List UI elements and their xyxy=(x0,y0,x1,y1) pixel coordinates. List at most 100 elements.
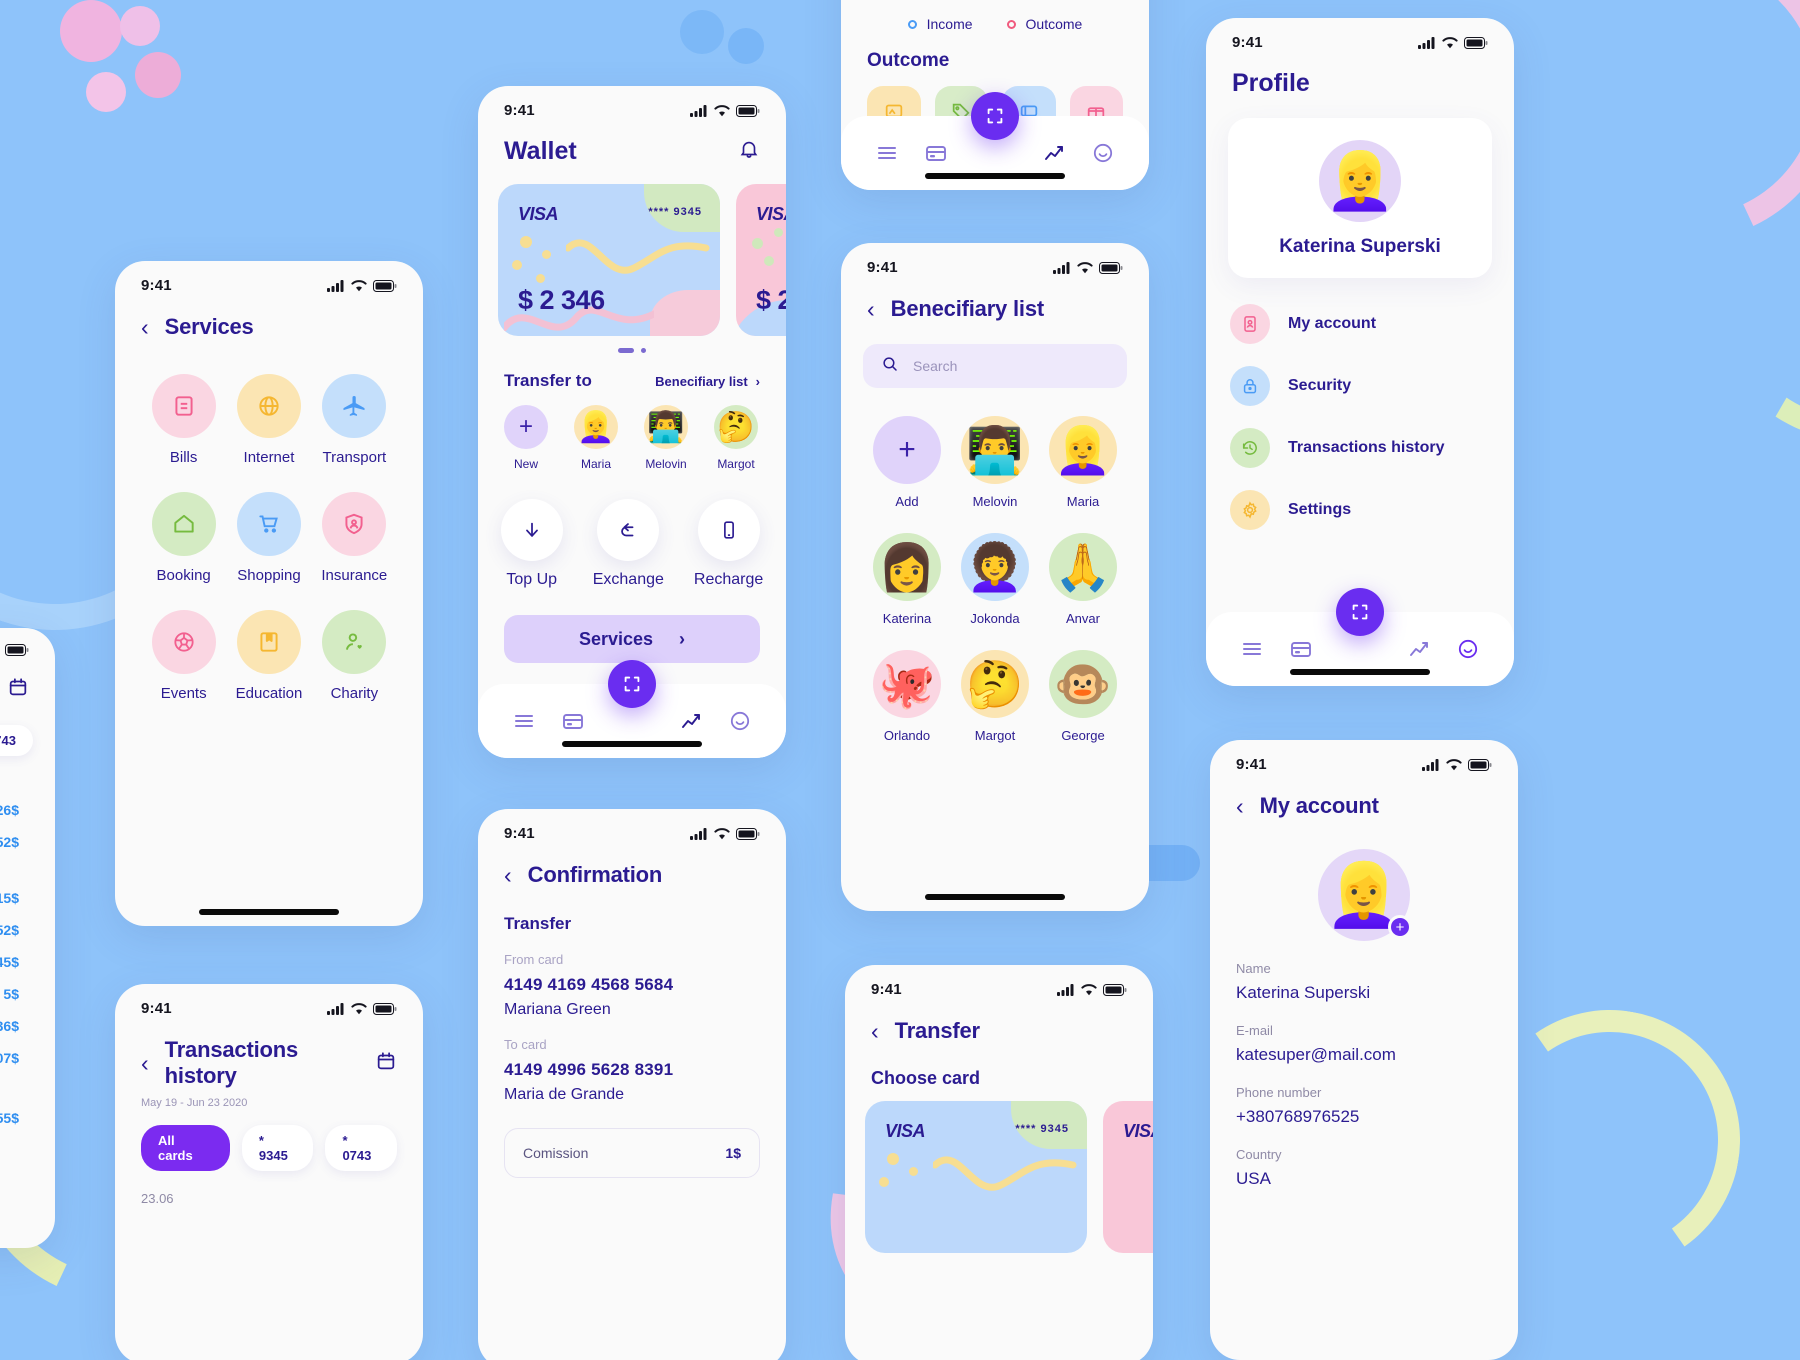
beneficiary-orlando[interactable]: 🐙 Orlando xyxy=(873,650,941,743)
beneficiary-margot[interactable]: 🤔 Margot xyxy=(961,650,1029,743)
beneficiary-anvar[interactable]: 🙏 Anvar xyxy=(1049,533,1117,626)
tab-menu[interactable] xyxy=(875,141,899,165)
person-maria[interactable]: 👱‍♀️ Maria xyxy=(574,405,618,471)
menu-item-transactions-history[interactable]: Transactions history xyxy=(1230,428,1490,468)
tab-cards[interactable] xyxy=(561,709,585,733)
scan-fab-button[interactable] xyxy=(971,92,1019,140)
field-value: USA xyxy=(1236,1169,1271,1188)
page-title: Confirmation xyxy=(527,862,663,887)
scan-fab-button[interactable] xyxy=(608,660,656,708)
transfer-cards-carousel[interactable]: VISA **** 9345 VISA xyxy=(845,1101,1153,1253)
status-icons xyxy=(1422,758,1492,771)
action-top-up[interactable]: Top Up xyxy=(500,499,563,589)
service-item-insurance[interactable]: Insurance xyxy=(321,492,387,584)
beneficiary-katerina[interactable]: 👩 Katerina xyxy=(873,533,941,626)
status-icons xyxy=(1053,261,1123,274)
plus-icon[interactable]: + xyxy=(1388,915,1412,939)
card-item[interactable]: VISA **** 9345 xyxy=(865,1101,1087,1253)
tab-cards[interactable] xyxy=(1289,637,1313,661)
shield-person-icon xyxy=(322,492,387,556)
back-button[interactable]: ‹ xyxy=(504,863,512,887)
card-item[interactable]: VISA **** 9345 $ 2 346 xyxy=(498,184,720,336)
bell-icon[interactable] xyxy=(738,138,760,165)
field-value: Katerina Superski xyxy=(1236,983,1371,1002)
service-item-booking[interactable]: Booking xyxy=(151,492,216,584)
battery-icon xyxy=(1099,261,1123,274)
beneficiary-name: Orlando xyxy=(883,728,931,743)
beneficiary-melovin[interactable]: 👨‍💻 Melovin xyxy=(961,416,1029,509)
tab-stats[interactable] xyxy=(1042,141,1066,165)
tab-profile[interactable] xyxy=(1091,141,1115,165)
tab-profile[interactable] xyxy=(1456,637,1480,661)
status-bar: 9:41 xyxy=(1206,18,1514,55)
service-item-education[interactable]: Education xyxy=(236,610,302,702)
transfer-to-header: Transfer to Benecifiary list › xyxy=(478,353,786,391)
back-button[interactable]: ‹ xyxy=(871,1019,879,1043)
menu-item-settings[interactable]: Settings xyxy=(1230,490,1490,530)
person-margot[interactable]: 🤔 Margot xyxy=(714,405,758,471)
card-item[interactable]: VISA $ 2 xyxy=(736,184,786,336)
back-button[interactable]: ‹ xyxy=(141,315,149,339)
filter-card-pill[interactable]: 743 xyxy=(0,725,33,756)
dot-inactive[interactable] xyxy=(641,348,646,353)
wallet-cards-carousel[interactable]: VISA **** 9345 $ 2 346 VISA $ 2 xyxy=(478,184,786,336)
dot-active[interactable] xyxy=(618,348,634,353)
scan-icon xyxy=(1352,604,1368,620)
section-title: Transfer xyxy=(504,914,572,933)
beneficiary-name: Add xyxy=(895,494,919,509)
menu-item-my-account[interactable]: My account xyxy=(1230,304,1490,344)
person-melovin[interactable]: 👨‍💻 Melovin xyxy=(644,405,688,471)
signal-icon xyxy=(690,827,707,840)
back-button[interactable]: ‹ xyxy=(1236,794,1244,818)
beneficiary-name: Margot xyxy=(974,728,1016,743)
field-label: Name xyxy=(1236,961,1271,976)
action-recharge[interactable]: Recharge xyxy=(694,499,763,589)
filter-all-cards[interactable]: All cards xyxy=(141,1125,230,1171)
back-button[interactable]: ‹ xyxy=(141,1051,149,1075)
beneficiary-add[interactable]: + Add xyxy=(873,416,941,509)
card-brand: VISA xyxy=(1123,1121,1153,1141)
calendar-icon[interactable] xyxy=(375,1050,397,1077)
service-item-internet[interactable]: Internet xyxy=(236,374,301,466)
service-item-bills[interactable]: Bills xyxy=(151,374,216,466)
wifi-icon xyxy=(714,104,730,116)
filter-card-0743[interactable]: * 0743 xyxy=(325,1125,397,1171)
id-card-icon xyxy=(1230,304,1270,344)
wifi-icon xyxy=(1077,261,1093,273)
service-item-charity[interactable]: Charity xyxy=(322,610,387,702)
home-icon xyxy=(151,492,216,556)
tab-stats[interactable] xyxy=(679,709,703,733)
gear-icon xyxy=(1230,490,1270,530)
back-button[interactable]: ‹ xyxy=(867,297,875,321)
search-input[interactable]: Search xyxy=(863,344,1127,388)
tab-profile[interactable] xyxy=(728,709,752,733)
scan-fab-button[interactable] xyxy=(1336,588,1384,636)
tab-menu[interactable] xyxy=(1240,637,1264,661)
menu-item-security[interactable]: Security xyxy=(1230,366,1490,406)
beneficiary-jokonda[interactable]: 👩‍🦱 Jokonda xyxy=(961,533,1029,626)
services-button[interactable]: Services › xyxy=(504,615,760,663)
service-item-shopping[interactable]: Shopping xyxy=(236,492,301,584)
service-item-events[interactable]: Events xyxy=(151,610,216,702)
card-item[interactable]: VISA xyxy=(1103,1101,1153,1253)
home-indicator xyxy=(925,894,1065,900)
beneficiary-header: ‹ Benecifiary list xyxy=(841,280,1149,322)
action-exchange[interactable]: Exchange xyxy=(593,499,664,589)
tab-cards[interactable] xyxy=(924,141,948,165)
tab-menu[interactable] xyxy=(512,709,536,733)
person-new[interactable]: + New xyxy=(504,405,548,471)
tab-stats[interactable] xyxy=(1407,637,1431,661)
service-label: Shopping xyxy=(237,567,301,584)
beneficiary-name: Katerina xyxy=(882,611,932,626)
calendar-icon[interactable] xyxy=(7,676,29,703)
service-label: Booking xyxy=(156,567,211,584)
beneficiary-list-link[interactable]: Benecifiary list › xyxy=(655,374,760,389)
profile-user-card[interactable]: 👱‍♀️ Katerina Superski xyxy=(1228,118,1492,278)
globe-icon xyxy=(236,374,301,438)
beneficiary-george[interactable]: 🐵 George xyxy=(1049,650,1117,743)
service-item-transport[interactable]: Transport xyxy=(322,374,387,466)
beneficiary-maria[interactable]: 👱‍♀️ Maria xyxy=(1049,416,1117,509)
filter-card-9345[interactable]: * 9345 xyxy=(241,1125,314,1171)
beneficiary-name: Jokonda xyxy=(970,611,1020,626)
my-account-header: ‹ My account xyxy=(1210,777,1518,819)
